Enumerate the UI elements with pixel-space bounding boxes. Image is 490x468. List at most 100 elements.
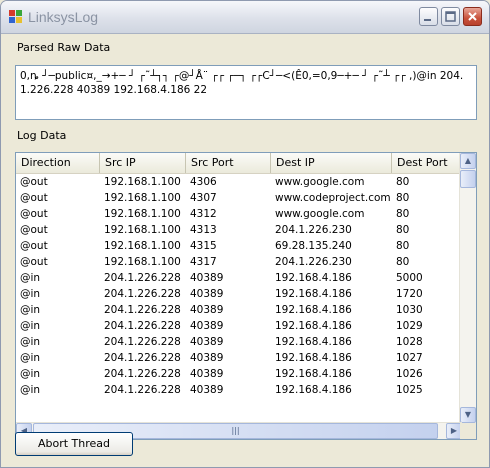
table-row[interactable]: @in 204.1.226.228 40389 192.168.4.186 5000 bbox=[16, 270, 462, 286]
table-row[interactable]: @out 192.168.1.100 4313 204.1.226.230 80 bbox=[16, 222, 462, 238]
cell-src-ip: 204.1.226.228 bbox=[104, 272, 181, 284]
cell-direction: @out bbox=[20, 240, 48, 252]
table-row[interactable]: @in 204.1.226.228 40389 192.168.4.186 1030 bbox=[16, 302, 462, 318]
cell-src-ip: 192.168.1.100 bbox=[104, 208, 181, 220]
cell-direction: @in bbox=[20, 368, 41, 380]
cell-direction: @in bbox=[20, 272, 41, 284]
raw-data-textbox[interactable]: 0,ȵ ┘─public¤,_→+─ ┘ ┌˜┴┐┐ ┌@┘Å¨ ┌┌ ┌─┐ … bbox=[15, 65, 477, 120]
cell-src-ip: 204.1.226.228 bbox=[104, 368, 181, 380]
column-header-src-ip[interactable]: Src IP bbox=[100, 153, 186, 173]
table-row[interactable]: @out 192.168.1.100 4317 204.1.226.230 80 bbox=[16, 254, 462, 270]
table-row[interactable]: @out 192.168.1.100 4312 www.google.com 80 bbox=[16, 206, 462, 222]
cell-dest-port: 80 bbox=[396, 176, 410, 188]
cell-direction: @in bbox=[20, 336, 41, 348]
column-header-direction[interactable]: Direction bbox=[16, 153, 100, 173]
table-row[interactable]: @out 192.168.1.100 4306 www.google.com 80 bbox=[16, 174, 462, 190]
cell-src-ip: 204.1.226.228 bbox=[104, 304, 181, 316]
cell-src-ip: 192.168.1.100 bbox=[104, 224, 181, 236]
column-header-row: Direction Src IP Src Port Dest IP Dest P… bbox=[16, 153, 462, 174]
cell-dest-ip: 192.168.4.186 bbox=[275, 352, 352, 364]
cell-src-ip: 204.1.226.228 bbox=[104, 288, 181, 300]
cell-dest-ip: 192.168.4.186 bbox=[275, 272, 352, 284]
scroll-up-button[interactable]: ▲ bbox=[460, 153, 476, 169]
cell-direction: @out bbox=[20, 256, 48, 268]
cell-src-port: 4315 bbox=[190, 240, 217, 252]
cell-src-ip: 192.168.1.100 bbox=[104, 176, 181, 188]
log-listview[interactable]: Direction Src IP Src Port Dest IP Dest P… bbox=[15, 152, 477, 440]
cell-dest-ip: www.google.com bbox=[275, 176, 365, 188]
cell-direction: @out bbox=[20, 176, 48, 188]
cell-src-port: 4312 bbox=[190, 208, 217, 220]
table-row[interactable]: @in 204.1.226.228 40389 192.168.4.186 1027 bbox=[16, 350, 462, 366]
cell-src-port: 40389 bbox=[190, 384, 224, 396]
cell-dest-ip: 192.168.4.186 bbox=[275, 304, 352, 316]
cell-src-ip: 192.168.1.100 bbox=[104, 256, 181, 268]
cell-src-port: 40389 bbox=[190, 304, 224, 316]
cell-direction: @out bbox=[20, 208, 48, 220]
scrollbar-corner bbox=[460, 423, 476, 439]
cell-dest-ip: 192.168.4.186 bbox=[275, 336, 352, 348]
table-row[interactable]: @in 204.1.226.228 40389 192.168.4.186 1026 bbox=[16, 366, 462, 382]
cell-dest-port: 1025 bbox=[396, 384, 423, 396]
cell-dest-ip: www.codeproject.com bbox=[275, 192, 391, 204]
cell-direction: @in bbox=[20, 352, 41, 364]
window-title: LinksysLog bbox=[28, 9, 99, 25]
column-header-dest-ip[interactable]: Dest IP bbox=[271, 153, 392, 173]
raw-data-label: Parsed Raw Data bbox=[17, 41, 111, 54]
cell-direction: @out bbox=[20, 192, 48, 204]
cell-dest-port: 80 bbox=[396, 240, 410, 252]
table-row[interactable]: @in 204.1.226.228 40389 192.168.4.186 1720 bbox=[16, 286, 462, 302]
minimize-button[interactable] bbox=[419, 7, 438, 26]
minimize-icon bbox=[424, 19, 431, 21]
table-row[interactable]: @in 204.1.226.228 40389 192.168.4.186 1029 bbox=[16, 318, 462, 334]
cell-dest-port: 1026 bbox=[396, 368, 423, 380]
cell-dest-port: 1720 bbox=[396, 288, 423, 300]
close-icon bbox=[468, 12, 477, 21]
abort-thread-button[interactable]: Abort Thread bbox=[15, 432, 133, 456]
cell-src-ip: 192.168.1.100 bbox=[104, 192, 181, 204]
title-bar[interactable]: LinksysLog bbox=[1, 1, 489, 34]
cell-src-port: 40389 bbox=[190, 336, 224, 348]
cell-direction: @in bbox=[20, 304, 41, 316]
vertical-scrollbar[interactable]: ▲ ▼ bbox=[459, 153, 476, 423]
cell-dest-port: 80 bbox=[396, 224, 410, 236]
maximize-button[interactable] bbox=[441, 7, 460, 26]
cell-src-ip: 204.1.226.228 bbox=[104, 336, 181, 348]
cell-dest-port: 1027 bbox=[396, 352, 423, 364]
cell-dest-ip: 192.168.4.186 bbox=[275, 288, 352, 300]
cell-dest-port: 80 bbox=[396, 208, 410, 220]
table-row[interactable]: @out 192.168.1.100 4315 69.28.135.240 80 bbox=[16, 238, 462, 254]
scroll-down-button[interactable]: ▼ bbox=[460, 407, 476, 423]
table-row[interactable]: @in 204.1.226.228 40389 192.168.4.186 1025 bbox=[16, 382, 462, 398]
cell-src-port: 4317 bbox=[190, 256, 217, 268]
cell-direction: @in bbox=[20, 288, 41, 300]
cell-dest-ip: 69.28.135.240 bbox=[275, 240, 352, 252]
form-content: Parsed Raw Data 0,ȵ ┘─public¤,_→+─ ┘ ┌˜┴… bbox=[1, 34, 489, 467]
cell-dest-port: 80 bbox=[396, 256, 410, 268]
cell-dest-port: 1029 bbox=[396, 320, 423, 332]
cell-src-ip: 204.1.226.228 bbox=[104, 352, 181, 364]
close-button[interactable] bbox=[463, 7, 482, 26]
column-header-dest-port[interactable]: Dest Port bbox=[392, 153, 462, 173]
cell-src-port: 4313 bbox=[190, 224, 217, 236]
cell-src-port: 40389 bbox=[190, 320, 224, 332]
cell-src-port: 40389 bbox=[190, 288, 224, 300]
cell-src-ip: 204.1.226.228 bbox=[104, 384, 181, 396]
cell-src-port: 40389 bbox=[190, 368, 224, 380]
cell-dest-ip: 204.1.226.230 bbox=[275, 256, 352, 268]
table-row[interactable]: @out 192.168.1.100 4307 www.codeproject.com… bbox=[16, 190, 462, 206]
scroll-thumb[interactable] bbox=[460, 170, 476, 188]
column-header-src-port[interactable]: Src Port bbox=[186, 153, 271, 173]
cell-dest-port: 1028 bbox=[396, 336, 423, 348]
cell-dest-port: 1030 bbox=[396, 304, 423, 316]
cell-src-port: 4307 bbox=[190, 192, 217, 204]
table-row[interactable]: @in 204.1.226.228 40389 192.168.4.186 1028 bbox=[16, 334, 462, 350]
cell-dest-ip: 192.168.4.186 bbox=[275, 320, 352, 332]
cell-direction: @in bbox=[20, 320, 41, 332]
cell-direction: @out bbox=[20, 224, 48, 236]
cell-dest-port: 80 bbox=[396, 192, 410, 204]
log-data-label: Log Data bbox=[17, 129, 67, 142]
app-window: LinksysLog Parsed Raw Data 0,ȵ ┘─public¤… bbox=[0, 0, 490, 468]
maximize-icon bbox=[445, 11, 456, 22]
cell-src-ip: 192.168.1.100 bbox=[104, 240, 181, 252]
